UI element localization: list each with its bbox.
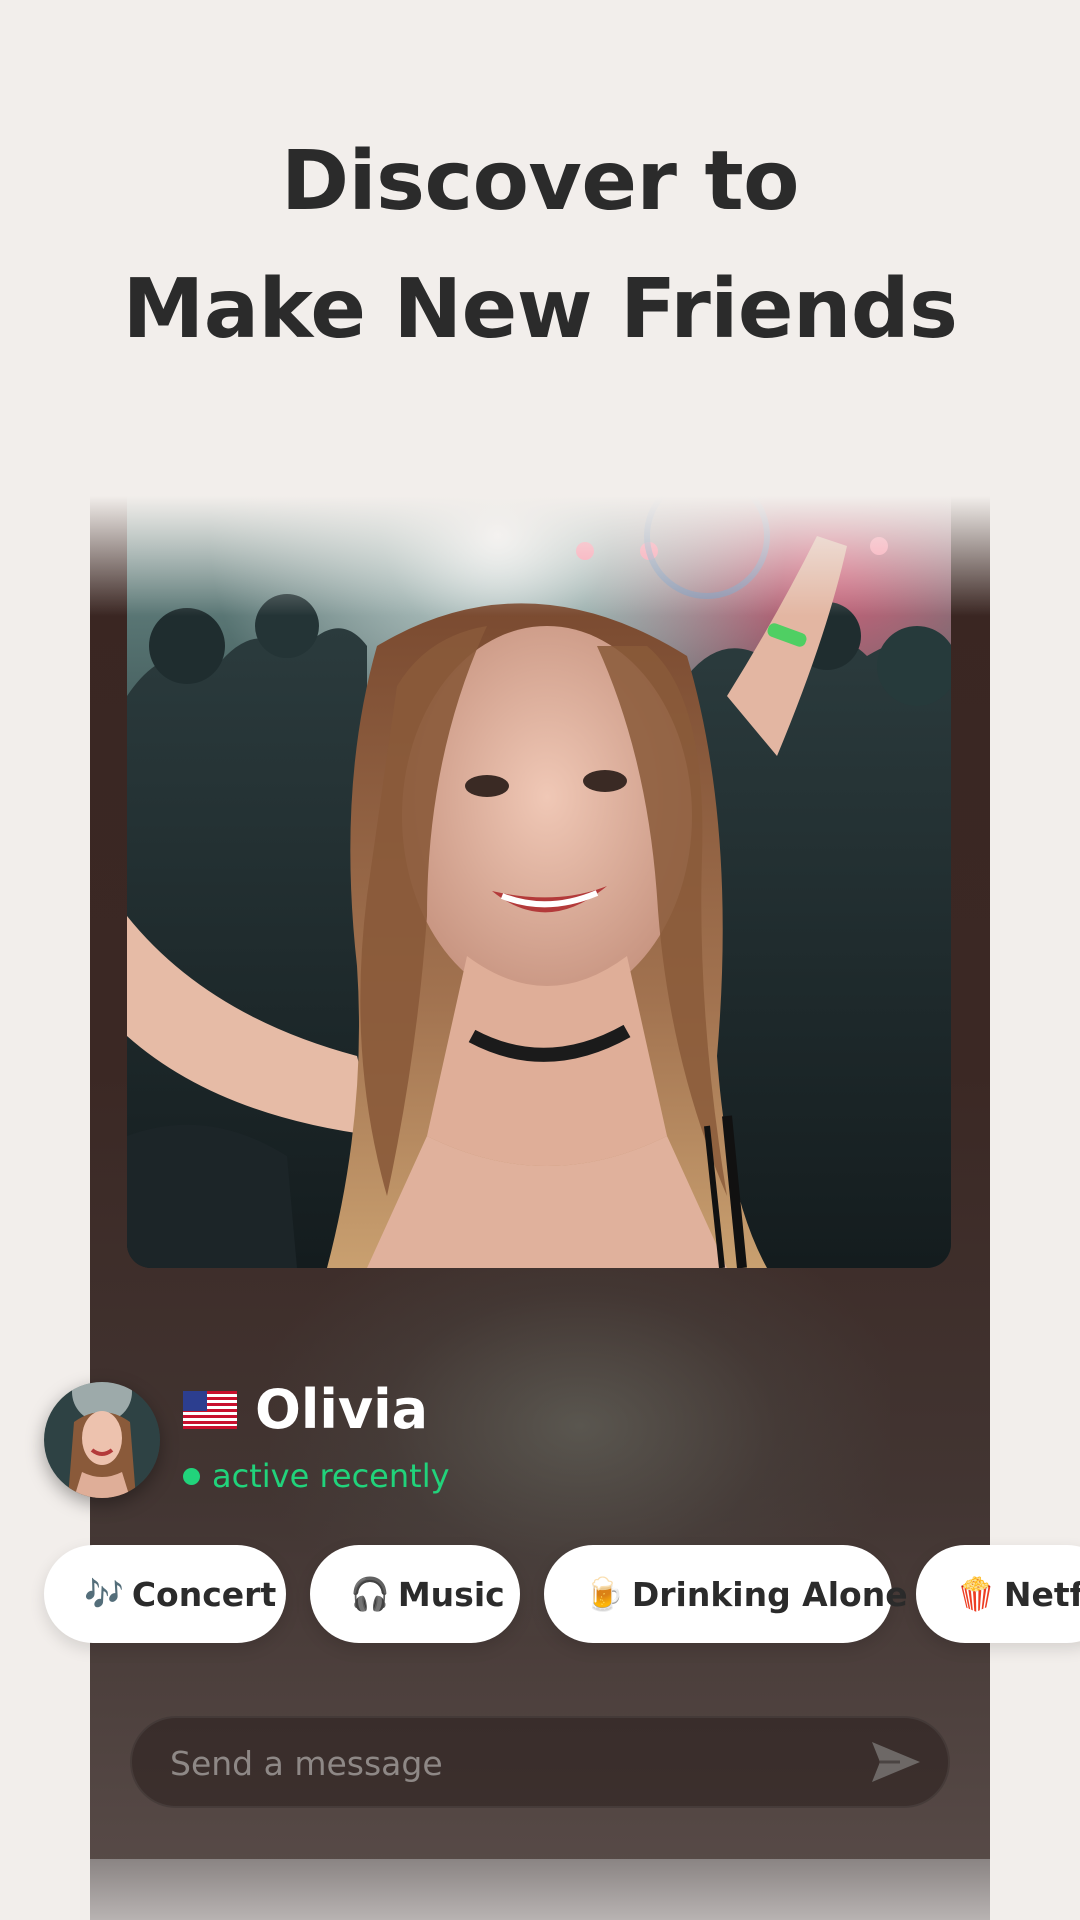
name-row: Olivia xyxy=(183,1378,428,1442)
avatar[interactable] xyxy=(44,1382,160,1498)
music-notes-icon: 🎶 xyxy=(84,1575,124,1613)
message-box xyxy=(130,1716,950,1808)
headline-line-1: Discover to xyxy=(280,134,800,229)
chip-label: Netflix xyxy=(1003,1574,1080,1614)
chip-music[interactable]: 🎧 Music xyxy=(310,1545,520,1643)
status-row: active recently xyxy=(183,1456,450,1496)
message-input[interactable] xyxy=(168,1718,832,1808)
online-dot-icon xyxy=(183,1467,200,1485)
headline-line-2: Make New Friends xyxy=(122,262,958,357)
concert-selfie-illustration xyxy=(127,496,951,1268)
chip-netflix[interactable]: 🍿 Netflix xyxy=(916,1545,1080,1643)
next-card-peek xyxy=(90,1859,990,1920)
headline: Discover to Make New Friends xyxy=(0,118,1080,374)
profile-name: Olivia xyxy=(255,1378,429,1441)
chip-label: Drinking Alone xyxy=(631,1574,908,1614)
onboarding-screen: Discover to Make New Friends Olivia acti… xyxy=(0,0,1080,1920)
chip-label: Music xyxy=(397,1574,505,1614)
profile-photo[interactable] xyxy=(127,496,951,1268)
chip-concert[interactable]: 🎶 Concert xyxy=(44,1545,286,1643)
avatar-image xyxy=(44,1382,160,1498)
interest-chips: 🎶 Concert 🎧 Music 🍺 Drinking Alone 🍿 Net… xyxy=(44,1545,1080,1643)
chip-label: Concert xyxy=(131,1574,277,1614)
status-text: active recently xyxy=(212,1457,450,1495)
profile-card[interactable] xyxy=(90,496,990,1920)
popcorn-icon: 🍿 xyxy=(956,1575,996,1613)
beer-icon: 🍺 xyxy=(584,1575,624,1613)
chip-drinking-alone[interactable]: 🍺 Drinking Alone xyxy=(544,1545,908,1643)
us-flag-icon xyxy=(183,1391,237,1429)
headphones-icon: 🎧 xyxy=(350,1575,390,1613)
send-icon[interactable] xyxy=(870,1738,922,1786)
